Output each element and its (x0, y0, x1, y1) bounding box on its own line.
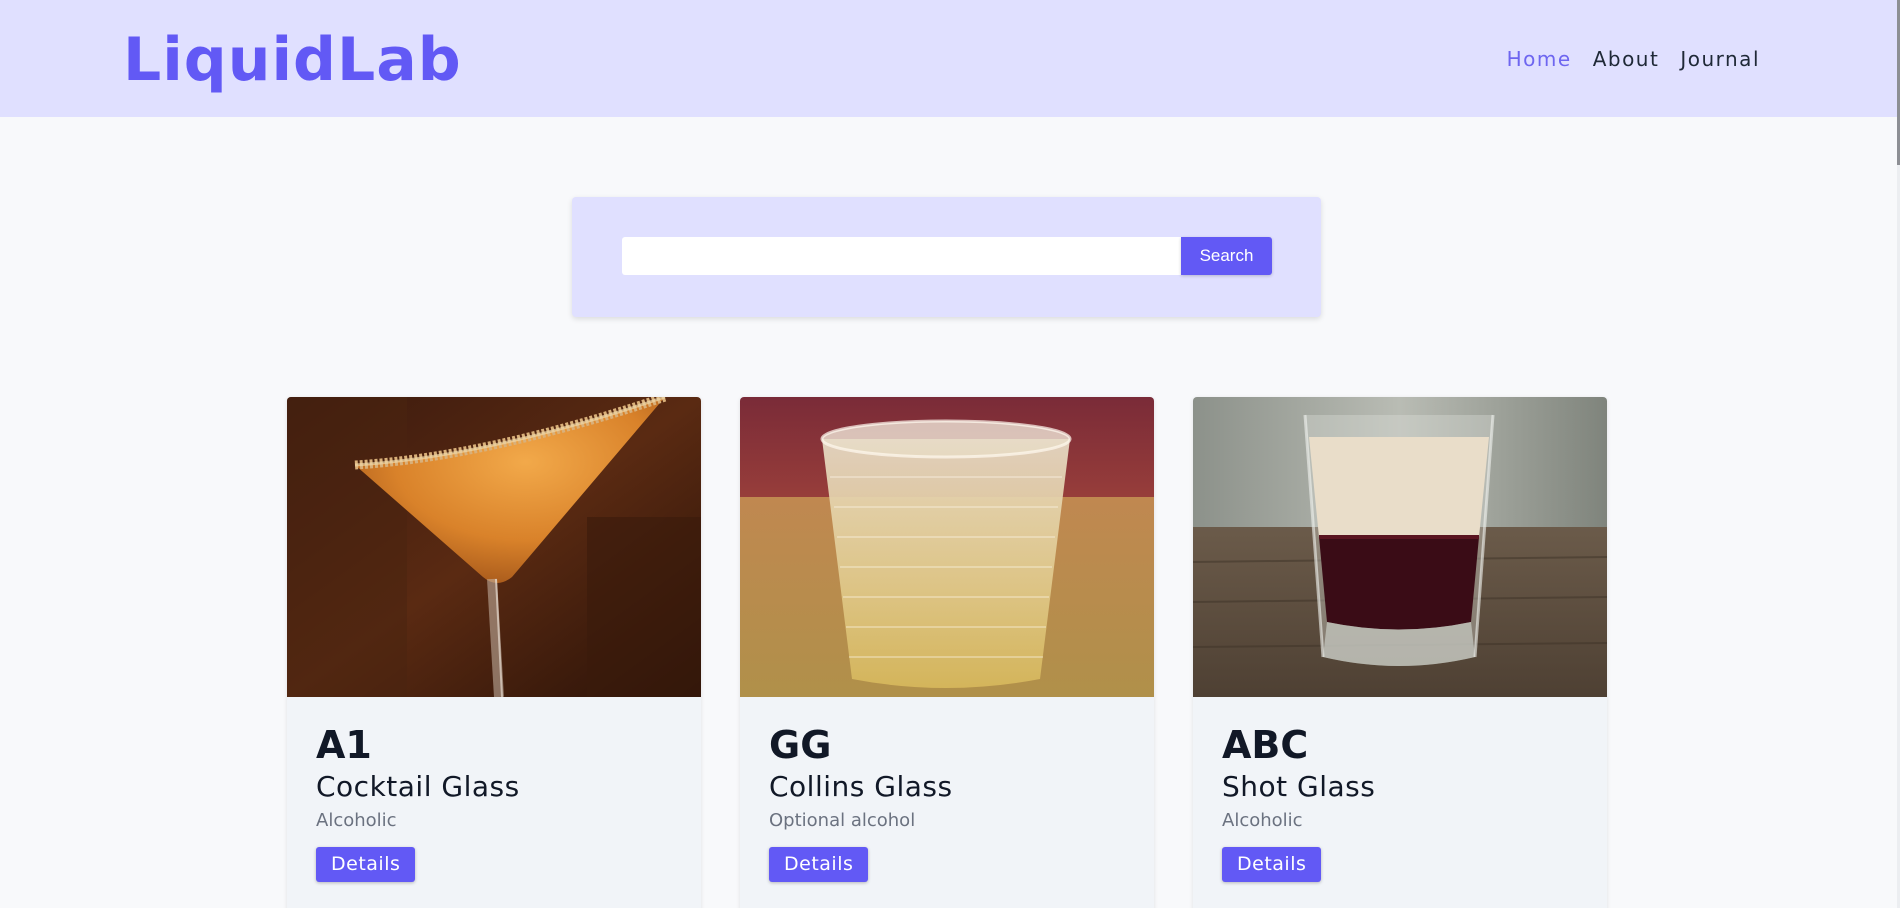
nav-link-journal[interactable]: Journal (1680, 46, 1760, 72)
brand-logo[interactable]: LiquidLab (123, 24, 462, 96)
search-input[interactable] (622, 237, 1182, 275)
collins-glass-photo (740, 397, 1154, 697)
glass-name: Cocktail Glass (316, 770, 520, 803)
glass-name: Collins Glass (769, 770, 953, 803)
details-button[interactable]: Details (1222, 847, 1322, 882)
nav-link-home[interactable]: Home (1507, 46, 1572, 72)
main-nav: Home About Journal (1507, 46, 1760, 72)
details-button[interactable]: Details (316, 847, 416, 882)
site-header: LiquidLab Home About Journal (0, 0, 1900, 117)
card-body: ABC Shot Glass Alcoholic Details (1193, 697, 1607, 882)
drink-image-shot (1193, 397, 1607, 697)
glass-name: Shot Glass (1222, 770, 1376, 803)
card-body: A1 Cocktail Glass Alcoholic Details (287, 697, 701, 882)
drink-code: A1 (316, 723, 372, 767)
drink-code: ABC (1222, 723, 1309, 767)
drink-card: ABC Shot Glass Alcoholic Details (1193, 397, 1607, 908)
details-button[interactable]: Details (769, 847, 869, 882)
search-panel: Search (572, 197, 1321, 317)
drink-card: GG Collins Glass Optional alcohol Detail… (740, 397, 1154, 908)
drink-type: Alcoholic (316, 810, 397, 831)
nav-link-about[interactable]: About (1593, 46, 1660, 72)
cocktail-glass-photo (287, 397, 701, 697)
search-button[interactable]: Search (1181, 237, 1272, 275)
drink-type: Optional alcohol (769, 810, 916, 831)
drink-card: A1 Cocktail Glass Alcoholic Details (287, 397, 701, 908)
drink-code: GG (769, 723, 832, 767)
drink-image-cocktail (287, 397, 701, 697)
drink-image-collins (740, 397, 1154, 697)
shot-glass-photo (1193, 397, 1607, 697)
page: LiquidLab Home About Journal Search A1 C… (0, 0, 1900, 908)
drink-type: Alcoholic (1222, 810, 1303, 831)
card-body: GG Collins Glass Optional alcohol Detail… (740, 697, 1154, 882)
